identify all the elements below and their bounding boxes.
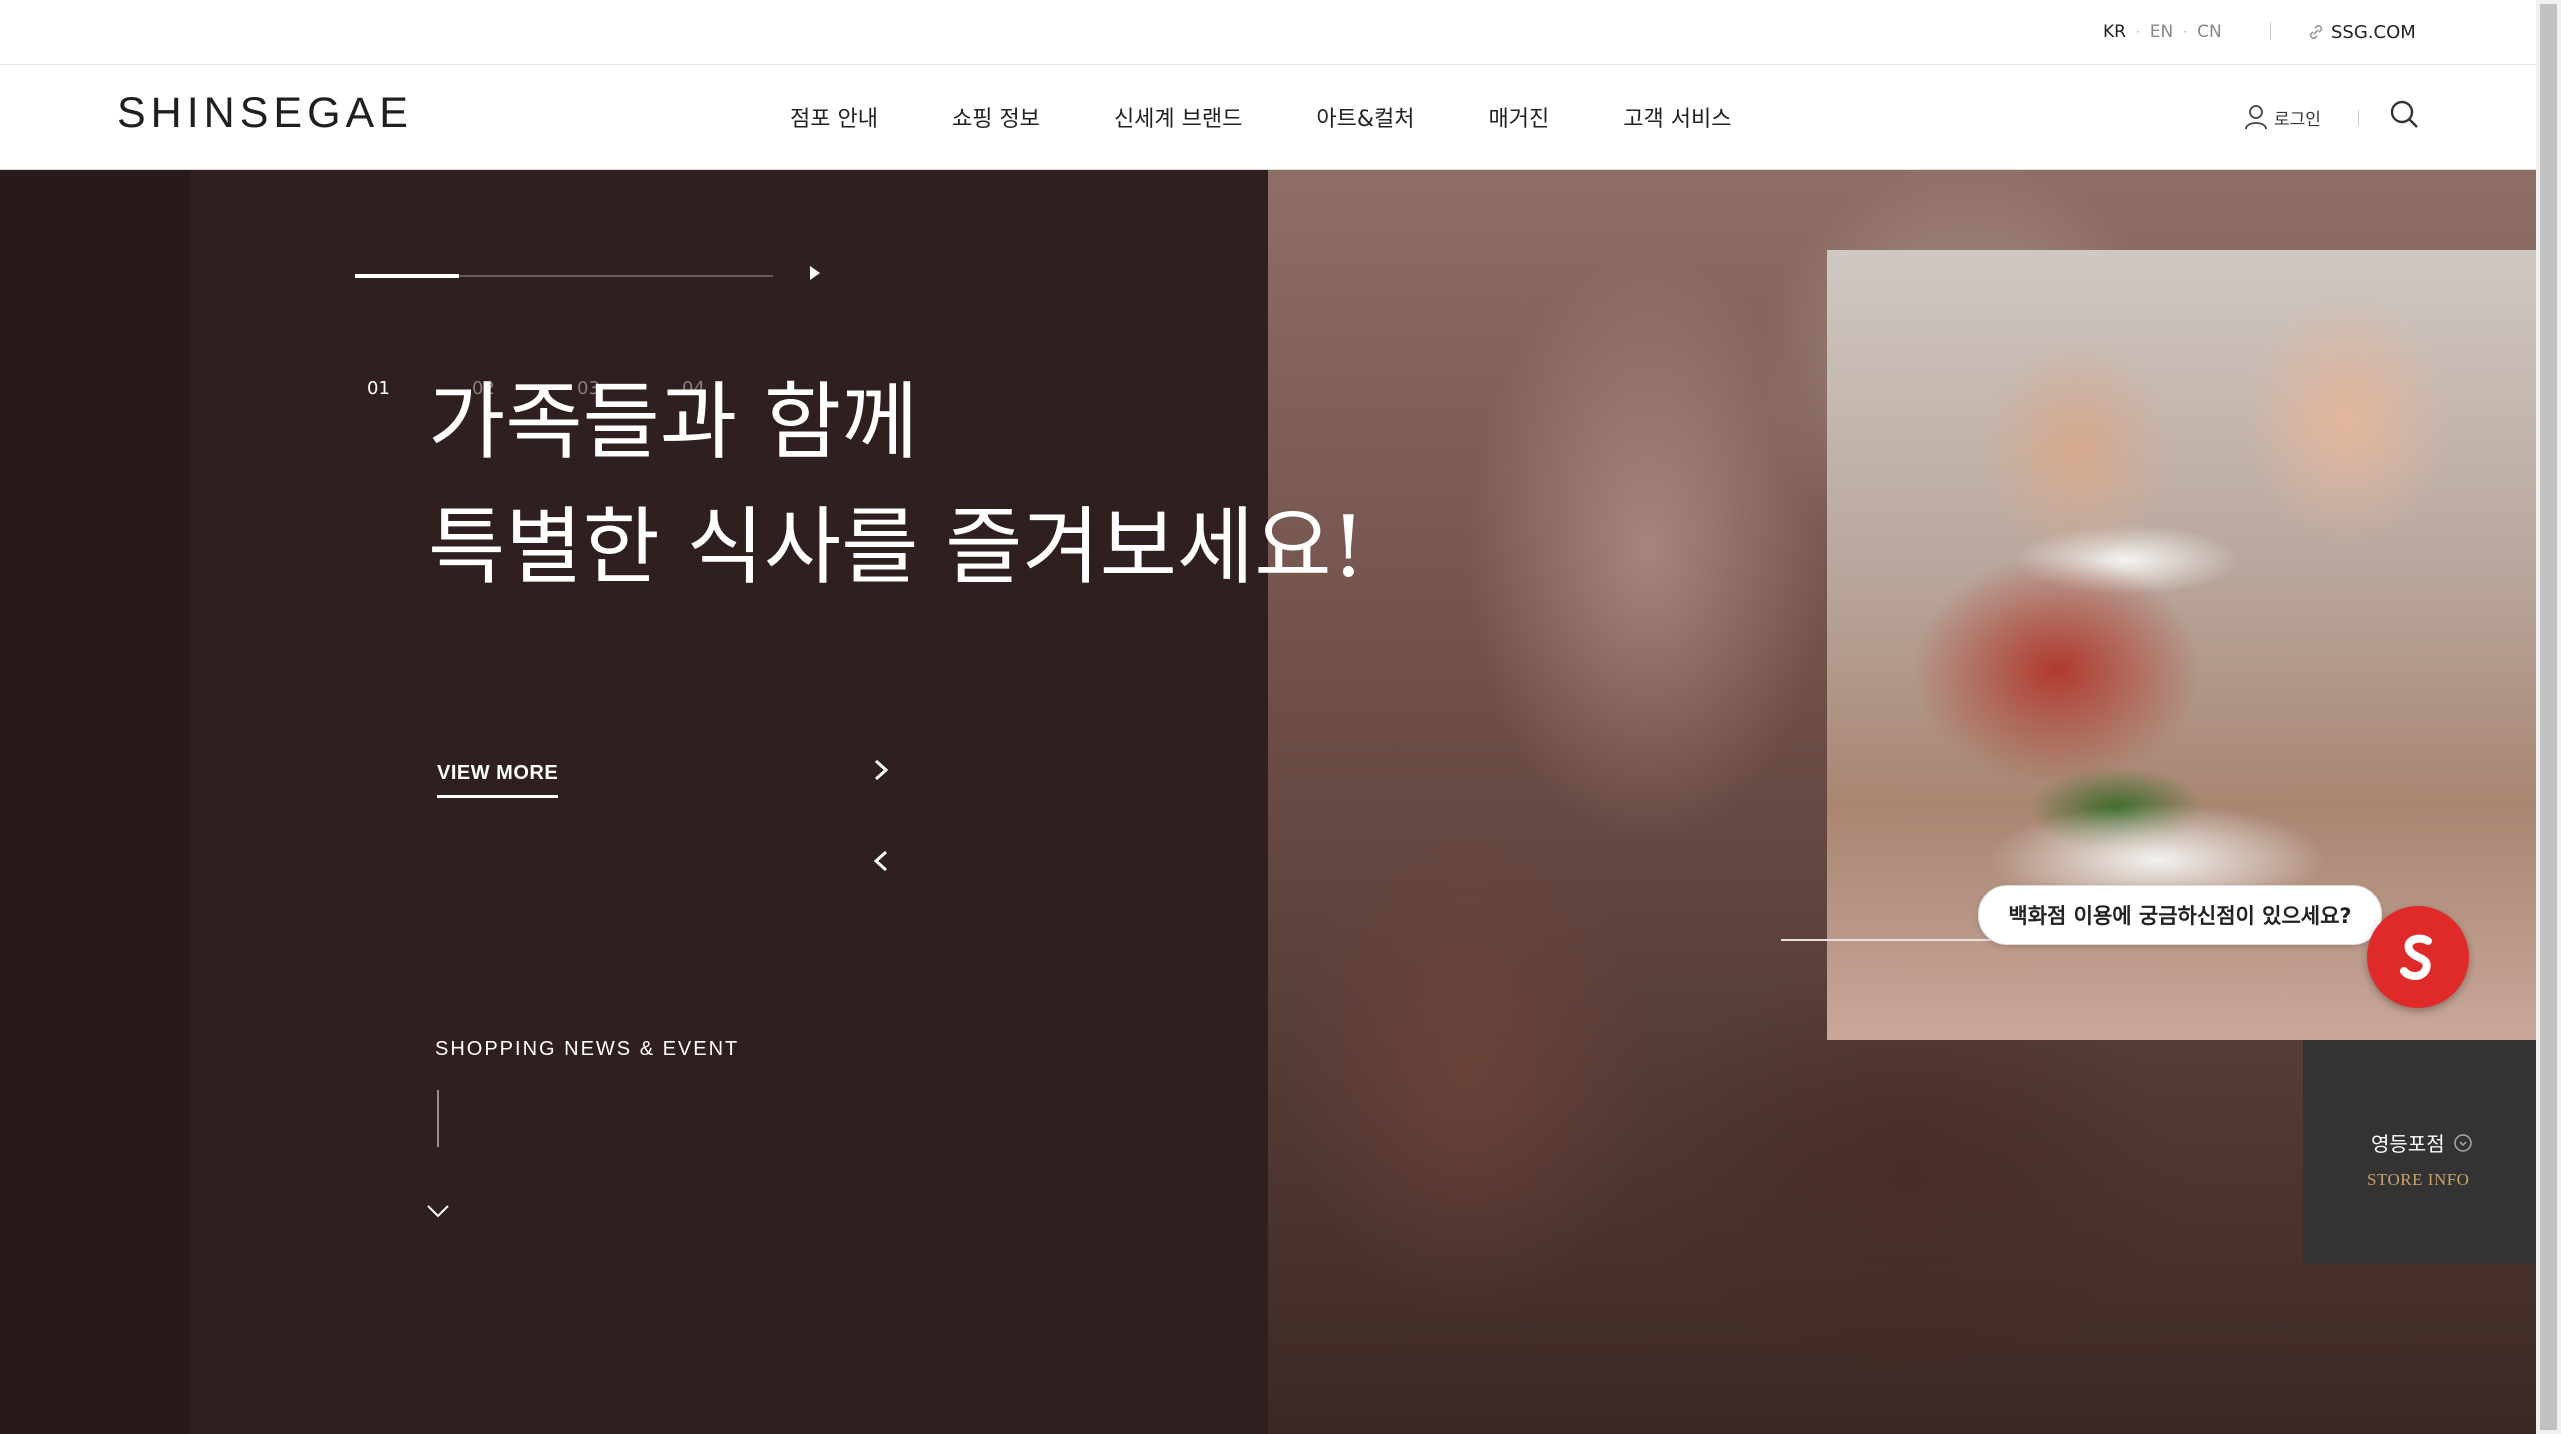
main-header: SHINSEGAE 점포 안내 쇼핑 정보 신세계 브랜드 아트&컬처 매거진 … [0,65,2536,170]
chatbot-bubble[interactable]: 백화점 이용에 궁금하신점이 있으세요? [1978,885,2382,945]
ssg-link[interactable]: SSG.COM [2307,0,2416,64]
s-logo-icon [2400,934,2432,980]
chevron-right-icon[interactable] [868,752,894,788]
nav-shopping-info[interactable]: 쇼핑 정보 [952,101,1040,133]
nav-store-guide[interactable]: 점포 안내 [790,101,878,133]
chat-connector-line [1781,939,1991,941]
login-button[interactable]: 로그인 [2244,65,2321,169]
nav-customer-service[interactable]: 고객 서비스 [1623,101,1731,133]
pager-progress-fill [355,274,459,278]
lang-divider: · [2183,25,2188,39]
util-divider [2270,22,2271,40]
play-icon[interactable] [805,263,825,283]
store-info-label: STORE INFO [2367,1170,2470,1189]
shinsegae-logo[interactable]: SHINSEGAE [117,89,413,138]
chevron-left-icon[interactable] [868,843,894,879]
hero-title-line1: 가족들과 함께 [428,373,919,471]
store-name-label: 영등포점 [2371,1132,2445,1156]
hero-left-strip [0,170,190,1434]
lang-cn[interactable]: CN [2197,22,2222,42]
language-list: KR · EN · CN [2103,0,2222,64]
shopping-news-label: SHOPPING NEWS & EVENT [435,1038,740,1060]
link-icon [2309,24,2323,40]
hero-title-line2: 특별한 식사를 즐겨보세요! [428,498,1366,596]
lang-en[interactable]: EN [2150,22,2173,42]
news-divider [437,1090,439,1147]
global-nav: 점포 안내 쇼핑 정보 신세계 브랜드 아트&컬처 매거진 고객 서비스 [790,65,1805,169]
circle-arrow-icon [2453,1133,2472,1152]
scrollbar-thumb[interactable] [2540,4,2557,1430]
nav-brands[interactable]: 신세계 브랜드 [1114,101,1242,133]
view-more-button[interactable]: VIEW MORE [437,762,559,798]
ssg-link-label: SSG.COM [2331,21,2416,43]
lang-divider: · [2135,25,2140,39]
lang-kr[interactable]: KR [2103,22,2126,42]
nav-magazine[interactable]: 매거진 [1489,101,1550,133]
login-label: 로그인 [2274,109,2321,130]
utility-bar: KR · EN · CN SSG.COM [0,0,2536,65]
store-name: 영등포점 [2371,1128,2473,1157]
header-divider [2358,110,2359,126]
nav-art-culture[interactable]: 아트&컬처 [1316,101,1414,133]
chatbot-button[interactable] [2367,906,2469,1008]
hero-title: 가족들과 함께 특별한 식사를 즐겨보세요! [428,360,1365,610]
store-info-panel[interactable]: 영등포점 STORE INFO [2303,1040,2536,1264]
chevron-down-icon[interactable] [424,1200,452,1222]
search-icon[interactable] [2388,98,2420,130]
person-icon [2245,105,2267,130]
